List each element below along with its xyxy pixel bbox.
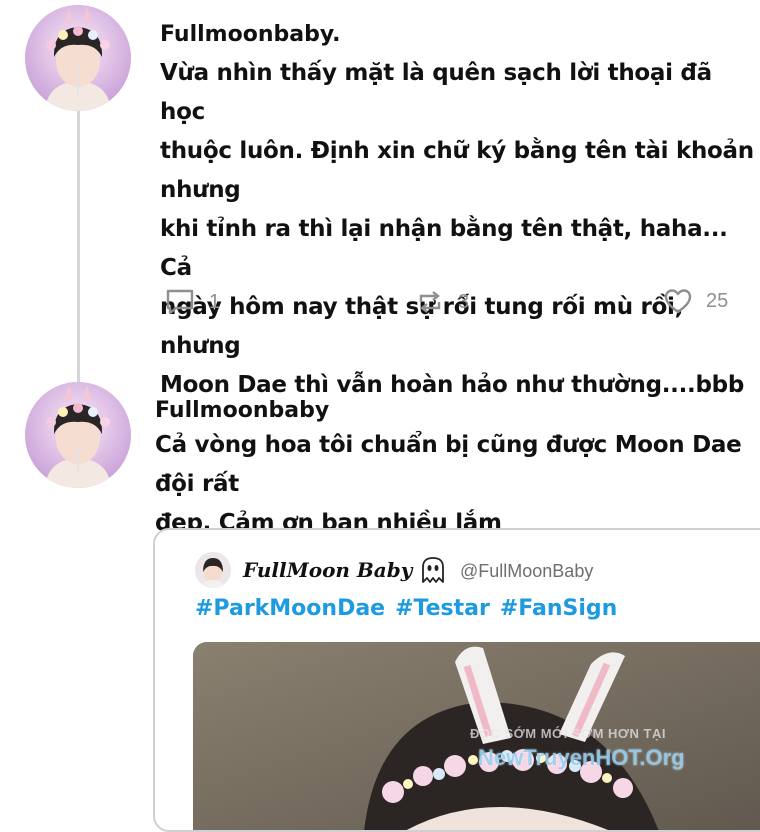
reply-button[interactable]: 1 xyxy=(165,288,220,316)
repost-button[interactable]: 3 xyxy=(416,288,469,316)
like-count: 25 xyxy=(706,289,729,312)
post-1-line: thuộc luôn. Định xin chữ ký bằng tên tài… xyxy=(160,138,754,203)
quoted-post-photo xyxy=(193,642,760,830)
post-1-author[interactable]: Fullmoonbaby. xyxy=(160,22,341,47)
quoted-post-display-name[interactable]: FullMoon Baby xyxy=(243,558,412,582)
post-1-text: Vừa nhìn thấy mặt là quên sạch lời thoại… xyxy=(160,54,760,405)
post-1-line: khi tỉnh ra thì lại nhận bằng tên thật, … xyxy=(160,216,728,281)
like-button[interactable]: 25 xyxy=(664,288,728,314)
hashtag-link[interactable]: #Testar xyxy=(395,596,490,621)
avatar-image xyxy=(195,552,231,588)
post-1-avatar[interactable] xyxy=(25,5,131,111)
hashtag-link[interactable]: #ParkMoonDae xyxy=(195,596,385,621)
quoted-post-image[interactable] xyxy=(193,642,760,830)
quoted-post-avatar[interactable] xyxy=(195,552,231,588)
reply-icon xyxy=(166,289,194,315)
hashtag-link[interactable]: #FanSign xyxy=(500,596,617,621)
avatar-image xyxy=(25,5,131,111)
quoted-post-card[interactable]: FullMoon Baby @FullMoonBaby #ParkMoonDae… xyxy=(153,528,760,832)
quoted-post-handle[interactable]: @FullMoonBaby xyxy=(460,561,593,582)
avatar-image xyxy=(25,382,131,488)
post-2-author[interactable]: Fullmoonbaby xyxy=(155,398,329,423)
reply-count: 1 xyxy=(209,290,221,313)
post-2-line: Cả vòng hoa tôi chuẩn bị cũng được Moon … xyxy=(155,432,742,497)
repost-count: 3 xyxy=(458,290,470,313)
post-2-avatar[interactable] xyxy=(25,382,131,488)
quoted-post-hashtags: #ParkMoonDae #Testar #FanSign xyxy=(195,596,627,621)
thread-connector-line xyxy=(77,110,80,382)
ghost-emoji-icon xyxy=(420,556,446,588)
repost-icon xyxy=(419,291,441,313)
post-1-line: Vừa nhìn thấy mặt là quên sạch lời thoại… xyxy=(160,60,712,125)
heart-icon xyxy=(664,289,692,314)
post-2-text: Cả vòng hoa tôi chuẩn bị cũng được Moon … xyxy=(155,426,760,543)
